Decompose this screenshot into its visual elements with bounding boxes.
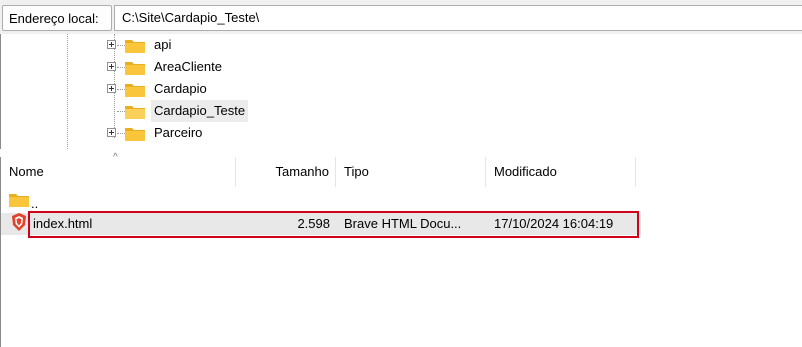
address-input[interactable]: C:\Site\Cardapio_Teste\ — [114, 5, 802, 31]
list-header: ^ Nome Tamanho Tipo Modificado — [1, 153, 802, 187]
column-header-size[interactable]: Tamanho — [236, 157, 336, 187]
address-bar: Endereço local: C:\Site\Cardapio_Teste\ — [0, 0, 802, 35]
folder-icon — [9, 194, 29, 207]
file-list[interactable]: ^ Nome Tamanho Tipo Modificado .. index.… — [0, 153, 802, 347]
folder-icon — [125, 84, 145, 97]
folder-icon — [125, 128, 145, 141]
brave-html-icon — [12, 213, 26, 231]
tree-item-label: Cardapio_Teste — [151, 100, 249, 122]
tree-item-label: Cardapio — [154, 81, 207, 96]
tree-item-label: AreaCliente — [154, 59, 222, 74]
expand-icon[interactable] — [107, 40, 116, 49]
folder-icon — [125, 62, 145, 75]
expand-icon[interactable] — [107, 62, 116, 71]
annotation-highlight — [28, 211, 639, 238]
folder-open-icon — [125, 106, 145, 119]
list-item-parent[interactable]: .. — [1, 189, 641, 211]
address-label: Endereço local: — [2, 5, 112, 31]
folder-tree[interactable]: api AreaCliente Cardapio Cardapio_Teste … — [0, 34, 802, 149]
expand-icon[interactable] — [107, 84, 116, 93]
file-manager: Endereço local: C:\Site\Cardapio_Teste\ … — [0, 0, 802, 347]
column-header-modified[interactable]: Modificado — [486, 157, 636, 187]
tree-guide-line — [67, 34, 68, 149]
expand-icon[interactable] — [107, 128, 116, 137]
tree-item-label: api — [154, 37, 172, 52]
tree-item-label: Parceiro — [154, 125, 203, 140]
folder-icon — [125, 40, 145, 53]
column-header-type[interactable]: Tipo — [336, 157, 486, 187]
column-header-name[interactable]: Nome — [1, 157, 236, 187]
